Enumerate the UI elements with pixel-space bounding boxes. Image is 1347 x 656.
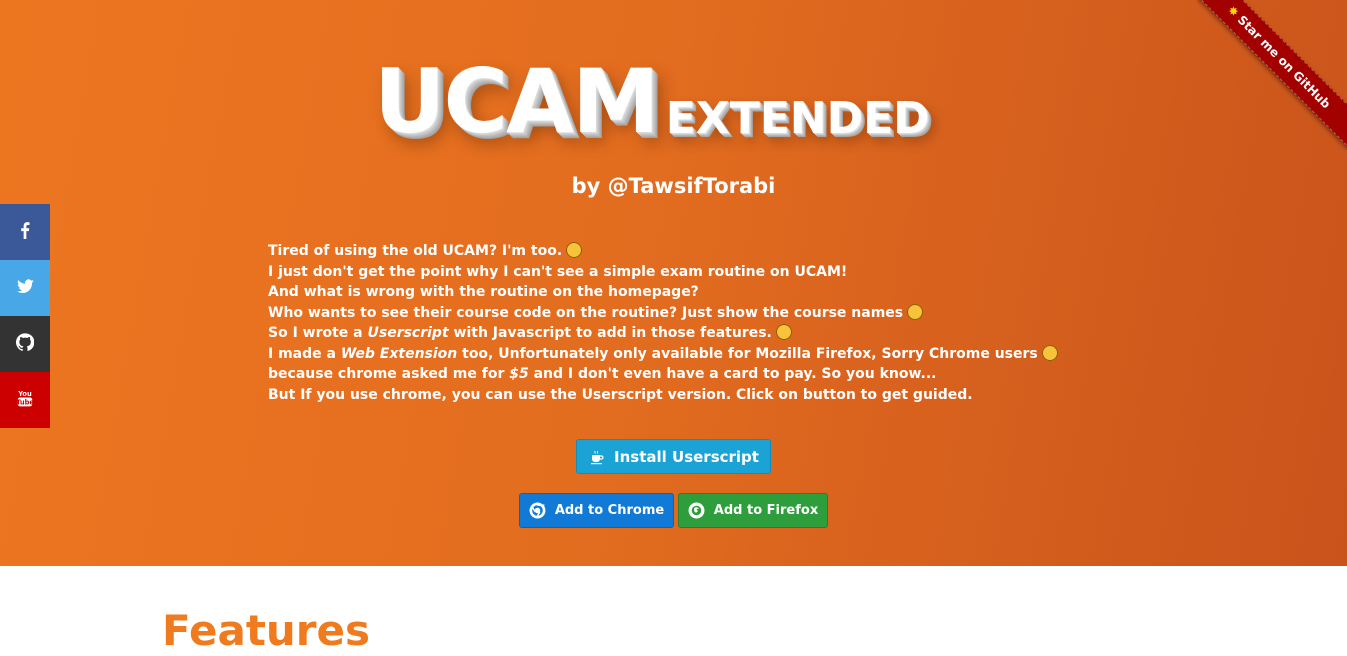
- site-logo: UCAM EXTENDED: [374, 52, 930, 162]
- intro-line-text: because chrome asked me for: [268, 366, 510, 382]
- logo-sub-text: EXTENDED: [665, 93, 930, 144]
- youtube-icon: You Tube: [16, 388, 34, 412]
- intro-line: But If you use chrome, you can use the U…: [268, 385, 1028, 406]
- intro-line-text: Who wants to see their course code on th…: [268, 304, 904, 321]
- intro-line: So I wrote a Userscript with Javascript …: [268, 323, 1028, 344]
- features-heading: Features: [162, 606, 370, 655]
- facebook-share-button[interactable]: [0, 204, 50, 260]
- intro-line-text: Tired of using the old UCAM? I'm too.: [268, 243, 563, 259]
- intro-line: I made a Web Extension too, Unfortunatel…: [268, 344, 1058, 365]
- add-to-chrome-button[interactable]: Add to Chrome: [519, 493, 674, 528]
- chrome-icon: [529, 502, 547, 520]
- nerd-emoji-icon: [775, 324, 792, 340]
- intro-line-text: And what is wrong with the routine on th…: [268, 284, 699, 300]
- add-to-firefox-label: Add to Firefox: [713, 503, 819, 518]
- hero-section: UCAM EXTENDED by @TawsifTorabi Tired of u…: [0, 0, 1347, 566]
- web-extension-emphasis: Web Extension: [340, 345, 458, 362]
- add-to-firefox-button[interactable]: Add to Firefox: [678, 493, 828, 528]
- add-to-chrome-label: Add to Chrome: [554, 503, 665, 518]
- svg-text:Tube: Tube: [16, 399, 34, 407]
- intro-line-text: too, Unfortunately only available for Mo…: [457, 345, 1038, 362]
- intro-line-text: But If you use chrome, you can use the U…: [268, 386, 973, 403]
- sad-emoji-icon: [1041, 344, 1058, 361]
- intro-line-text: with Javascript to add in those features…: [448, 325, 772, 341]
- intro-line: And what is wrong with the routine on th…: [268, 282, 1028, 303]
- star-on-github-ribbon[interactable]: ✸ Star me on GitHub: [1197, 0, 1347, 150]
- twitter-share-button[interactable]: [0, 260, 50, 316]
- ribbon-label: Star me on GitHub: [1234, 12, 1334, 112]
- intro-line: Who wants to see their course code on th…: [268, 303, 1028, 324]
- github-ribbon-wrapper: ✸ Star me on GitHub: [1197, 0, 1347, 150]
- intro-line-text: and I don't even have a card to pay. So …: [528, 366, 937, 382]
- github-icon: [15, 333, 35, 355]
- intro-line-text: I made a: [268, 345, 341, 362]
- intro-line: because chrome asked me for $5 and I don…: [268, 364, 1028, 385]
- intro-line: I just don't get the point why I can't s…: [268, 262, 1028, 283]
- intro-text: Tired of using the old UCAM? I'm too. I …: [268, 241, 1058, 406]
- intro-line-text: So I wrote a: [268, 325, 368, 341]
- expressionless-emoji-icon: [907, 303, 924, 320]
- install-userscript-label: Install Userscript: [614, 447, 759, 466]
- github-link-button[interactable]: [0, 316, 50, 372]
- svg-text:You: You: [17, 390, 32, 398]
- intro-line-text: I just don't get the point why I can't s…: [268, 263, 848, 280]
- price-emphasis: $5: [509, 366, 529, 382]
- userscript-emphasis: Userscript: [367, 325, 449, 341]
- tired-face-emoji-icon: [566, 242, 583, 258]
- coffee-cup-icon: [588, 448, 606, 466]
- youtube-link-button[interactable]: You Tube: [0, 372, 50, 428]
- firefox-icon: [688, 502, 706, 520]
- twitter-icon: [16, 277, 35, 300]
- author-byline: by @TawsifTorabi: [571, 174, 776, 198]
- facebook-icon: [16, 221, 34, 243]
- intro-line: Tired of using the old UCAM? I'm too.: [268, 241, 1028, 262]
- logo-main-text: UCAM: [374, 50, 660, 153]
- install-userscript-button[interactable]: Install Userscript: [576, 439, 771, 474]
